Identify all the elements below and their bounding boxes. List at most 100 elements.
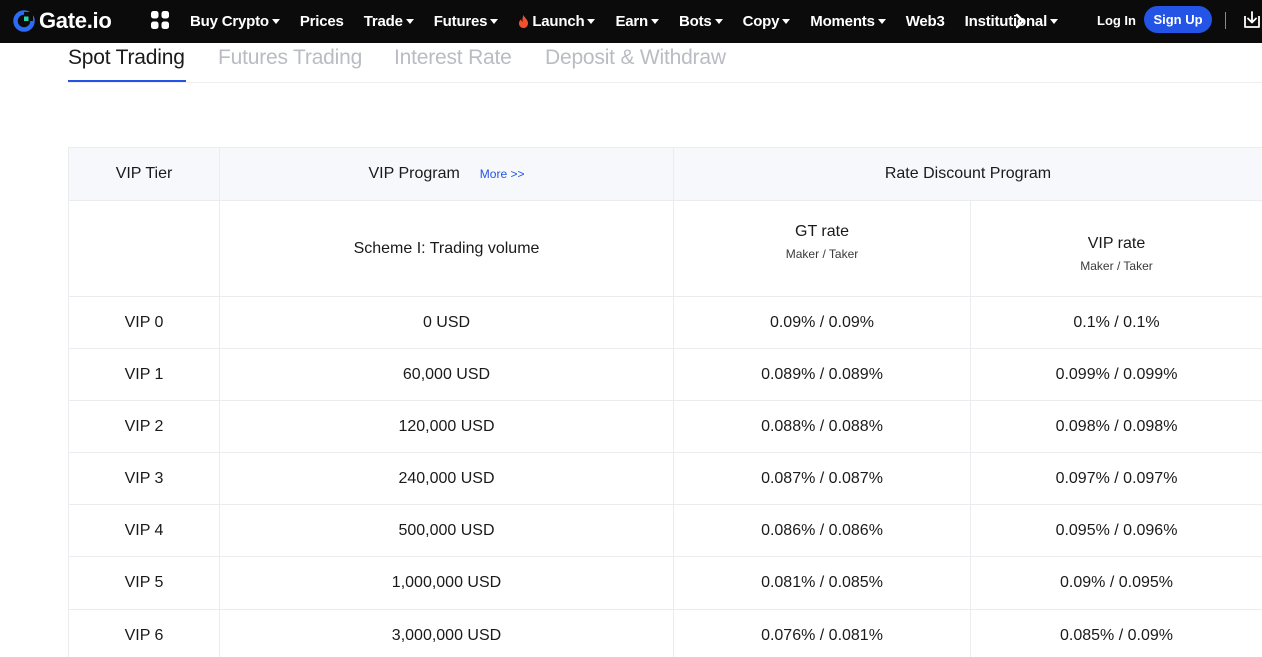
cell-gt-rate: 0.089% / 0.089% <box>674 349 971 400</box>
nav-item-bots[interactable]: Bots <box>679 13 723 30</box>
caret-down-icon <box>271 19 280 24</box>
nav-item-launch[interactable]: Launch <box>518 13 596 30</box>
nav-item-institutional[interactable]: Institutional <box>964 13 1059 30</box>
nav-label: Moments <box>810 13 875 30</box>
tab-spot-trading[interactable]: Spot Trading <box>68 46 185 70</box>
gate-logo-icon <box>13 10 35 32</box>
tab-deposit-withdraw[interactable]: Deposit & Withdraw <box>545 46 726 70</box>
caret-down-icon <box>405 19 414 24</box>
caret-down-icon <box>651 19 660 24</box>
gt-rate-sublabel: Maker / Taker <box>785 246 859 261</box>
fee-tabs: Spot Trading Futures Trading Interest Ra… <box>68 43 1262 83</box>
cell-gt-rate: 0.09% / 0.09% <box>674 297 971 348</box>
nav-item-buy-crypto[interactable]: Buy Crypto <box>190 13 280 30</box>
table-row: VIP 0 0 USD 0.09% / 0.09% 0.1% / 0.1% <box>68 297 1262 349</box>
nav-label: Copy <box>742 13 780 30</box>
nav-item-futures[interactable]: Futures <box>434 13 499 30</box>
main-nav: Buy Crypto Prices Trade Futures Launch E… <box>190 0 1078 43</box>
nav-item-web3[interactable]: Web3 <box>906 13 945 30</box>
cell-tier: VIP 3 <box>68 453 220 504</box>
cell-tier: VIP 6 <box>68 610 220 657</box>
login-button[interactable]: Log In <box>1097 13 1136 28</box>
vip-rate-sublabel: Maker / Taker <box>1080 258 1153 273</box>
nav-item-prices[interactable]: Prices <box>300 13 344 30</box>
cell-vip-rate: 0.098% / 0.098% <box>1055 417 1178 435</box>
nav-label: Earn <box>615 13 649 30</box>
caret-down-icon <box>782 19 791 24</box>
header-vip-program-label: VIP Program <box>368 165 460 182</box>
nav-item-earn[interactable]: Earn <box>615 13 660 30</box>
cell-volume: 120,000 USD <box>220 401 674 452</box>
caret-down-icon <box>1050 19 1059 24</box>
cell-gt-rate: 0.081% / 0.085% <box>674 557 971 609</box>
cell-volume: 500,000 USD <box>220 505 674 556</box>
nav-label: Bots <box>679 13 712 30</box>
nav-label: Futures <box>433 13 488 30</box>
caret-down-icon <box>714 19 723 24</box>
table-row: VIP 3 240,000 USD 0.087% / 0.087% 0.097%… <box>68 453 1262 505</box>
download-icon[interactable] <box>1242 10 1262 30</box>
active-tab-indicator <box>68 80 186 82</box>
cell-tier: VIP 5 <box>68 557 220 609</box>
table-row: VIP 5 1,000,000 USD 0.081% / 0.085% 0.09… <box>68 557 1262 610</box>
cell-vip-rate: 0.09% / 0.095% <box>1060 574 1173 591</box>
nav-label: Trade <box>363 13 403 30</box>
table-row: VIP 1 60,000 USD 0.089% / 0.089% 0.099% … <box>68 349 1262 401</box>
cell-volume: 60,000 USD <box>220 349 674 400</box>
cell-volume: 3,000,000 USD <box>220 610 674 657</box>
subheader-vip-rate: VIP rate Maker / Taker <box>971 201 1262 296</box>
nav-item-moments[interactable]: Moments <box>810 13 886 30</box>
caret-down-icon <box>587 19 596 24</box>
table-header-row: VIP Tier VIP Program More >> Rate Discou… <box>68 147 1262 201</box>
tab-interest-rate[interactable]: Interest Rate <box>394 46 512 70</box>
nav-label: Buy Crypto <box>190 13 269 30</box>
nav-label: Prices <box>299 13 344 30</box>
tab-futures-trading[interactable]: Futures Trading <box>218 46 362 70</box>
cell-volume: 0 USD <box>220 297 674 348</box>
cell-vip-rate: 0.095% / 0.096% <box>1055 521 1178 539</box>
table-row: VIP 4 500,000 USD 0.086% / 0.086% 0.095%… <box>68 505 1262 557</box>
chevron-right-icon[interactable] <box>1013 12 1027 30</box>
top-navigation-bar: Gate.io Buy Crypto Prices Trade Futures … <box>0 0 1262 43</box>
subheader-empty <box>68 201 220 296</box>
cell-vip-rate: 0.097% / 0.097% <box>1055 469 1178 487</box>
cell-tier: VIP 1 <box>68 349 220 400</box>
cell-vip-rate: 0.1% / 0.1% <box>1073 313 1160 331</box>
more-link[interactable]: More >> <box>480 167 525 181</box>
header-vip-program: VIP Program More >> <box>220 148 674 200</box>
nav-divider <box>1225 12 1226 29</box>
cell-volume: 1,000,000 USD <box>220 557 674 609</box>
nav-item-trade[interactable]: Trade <box>364 13 414 30</box>
table-subheader-row: Scheme I: Trading volume GT rate Maker /… <box>68 201 1262 297</box>
signup-button[interactable]: Sign Up <box>1144 6 1212 33</box>
cell-gt-rate: 0.087% / 0.087% <box>674 453 971 504</box>
header-rate-discount: Rate Discount Program <box>884 165 1052 182</box>
header-vip-tier: VIP Tier <box>68 148 220 200</box>
cell-volume: 240,000 USD <box>220 453 674 504</box>
subheader-gt-rate: GT rate Maker / Taker <box>674 201 971 296</box>
cell-vip-rate: 0.099% / 0.099% <box>1055 365 1178 383</box>
nav-label: Web3 <box>905 13 945 30</box>
cell-tier: VIP 0 <box>68 297 220 348</box>
cell-vip-rate: 0.085% / 0.09% <box>1060 627 1173 644</box>
caret-down-icon <box>877 19 886 24</box>
caret-down-icon <box>490 19 499 24</box>
apps-grid-icon[interactable] <box>150 10 170 30</box>
cell-gt-rate: 0.076% / 0.081% <box>674 610 971 657</box>
cell-tier: VIP 4 <box>68 505 220 556</box>
gt-rate-label: GT rate <box>795 222 849 240</box>
gate-logo[interactable]: Gate.io <box>13 7 112 35</box>
subheader-scheme: Scheme I: Trading volume <box>220 201 674 296</box>
nav-item-copy[interactable]: Copy <box>743 13 791 30</box>
table-row: VIP 6 3,000,000 USD 0.076% / 0.081% 0.08… <box>68 610 1262 657</box>
table-row: VIP 2 120,000 USD 0.088% / 0.088% 0.098%… <box>68 401 1262 453</box>
cell-gt-rate: 0.086% / 0.086% <box>674 505 971 556</box>
cell-tier: VIP 2 <box>68 401 220 452</box>
vip-rate-label: VIP rate <box>1087 234 1146 252</box>
cell-gt-rate: 0.088% / 0.088% <box>674 401 971 452</box>
signup-label: Sign Up <box>1153 12 1203 27</box>
brand-name: Gate.io <box>39 8 112 33</box>
fire-icon <box>519 15 529 28</box>
nav-label: Launch <box>532 13 585 30</box>
nav-label: Institutional <box>964 13 1048 30</box>
